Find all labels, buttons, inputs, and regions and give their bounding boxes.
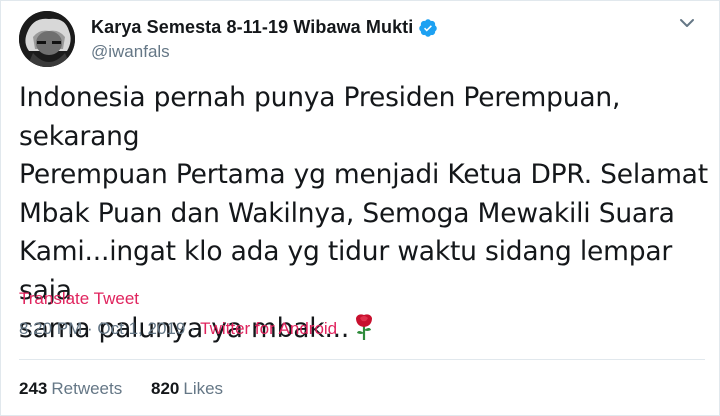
translate-tweet-link[interactable]: Translate Tweet [19,289,139,309]
tweet-text: Indonesia pernah punya Presiden Perempua… [19,79,709,353]
likes-label: Likes [183,379,224,398]
avatar[interactable] [19,11,75,67]
chevron-down-icon[interactable] [675,11,699,35]
author-names: Karya Semesta 8-11-19 Wibawa Mukti @iwan… [91,17,438,62]
retweets-label: Retweets [51,379,123,398]
retweets-stat[interactable]: 243 Retweets [19,379,122,399]
tweet-date[interactable]: Oct 1, 2019 [97,319,185,338]
tweet-header: Karya Semesta 8-11-19 Wibawa Mukti @iwan… [19,11,705,71]
tweet-metadata: 8:20 PM · Oct 1, 2019 · Twitter for Andr… [19,319,337,339]
meta-separator-2: · [185,319,201,338]
tweet-time[interactable]: 8:20 PM [19,319,82,338]
likes-count: 820 [150,379,180,398]
tweet-card: Karya Semesta 8-11-19 Wibawa Mukti @iwan… [0,0,720,416]
display-name[interactable]: Karya Semesta 8-11-19 Wibawa Mukti [91,17,413,38]
rose-icon [353,311,375,353]
divider [19,359,705,360]
verified-badge-icon [418,18,438,38]
likes-stat[interactable]: 820 Likes [151,379,223,399]
meta-separator: · [82,319,98,338]
avatar-image [19,11,75,67]
tweet-stats: 243 Retweets 820 Likes [19,379,247,399]
author-handle[interactable]: @iwanfals [91,42,438,62]
tweet-source-link[interactable]: Twitter for Android [200,319,337,338]
retweets-count: 243 [19,379,48,398]
